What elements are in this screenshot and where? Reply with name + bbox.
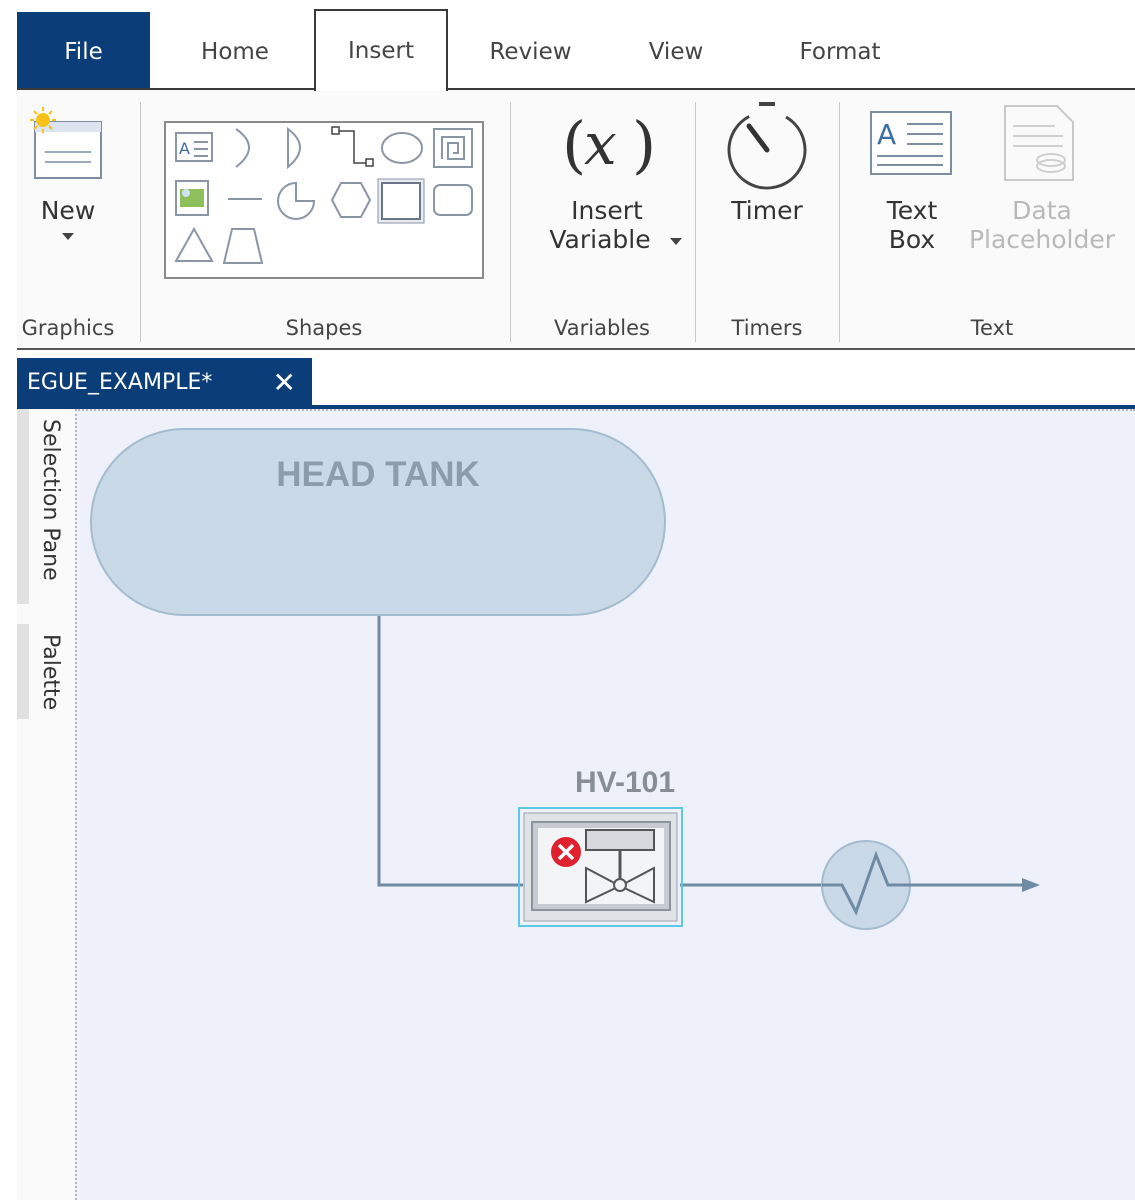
text-box-label-line1: Text	[886, 196, 938, 225]
triangle-shape-icon[interactable]	[174, 226, 214, 262]
spiral-shape-icon[interactable]	[433, 128, 473, 168]
hexagon-shape-icon[interactable]	[330, 182, 372, 218]
tab-file[interactable]: File	[17, 12, 150, 88]
ribbon-tab-bar: File Home Insert Review View Format	[0, 0, 1135, 91]
tab-review[interactable]: Review	[468, 12, 593, 88]
data-placeholder-button[interactable]: Data Placeholder	[967, 90, 1117, 280]
group-label-graphics: Graphics	[21, 316, 115, 340]
tab-format[interactable]: Format	[770, 12, 910, 88]
text-box-label-line2: Box	[888, 225, 936, 254]
ribbon-insert-panel: New Graphics A Shapes (x) Insert Varia…	[17, 90, 1135, 348]
selection-pane-tab-marker	[17, 409, 29, 604]
svg-text:(: (	[562, 108, 586, 181]
svg-text:A: A	[179, 139, 190, 158]
chevron-down-icon	[670, 238, 682, 245]
data-placeholder-label-line1: Data	[1012, 196, 1072, 225]
document-tab[interactable]: EGUE_EXAMPLE* ✕	[17, 358, 312, 406]
group-label-shapes: Shapes	[285, 316, 363, 340]
chevron-down-icon	[62, 233, 74, 240]
text-shape-icon[interactable]: A	[175, 132, 213, 162]
text-box-button[interactable]: A Text Box	[857, 90, 967, 280]
tab-insert[interactable]: Insert	[314, 9, 448, 91]
text-box-icon: A	[870, 111, 952, 175]
timer-icon	[727, 102, 807, 190]
data-placeholder-icon	[1004, 105, 1074, 181]
data-placeholder-label-line2: Placeholder	[968, 225, 1116, 254]
insert-variable-button[interactable]: ( x ) Insert Variable	[532, 90, 702, 280]
shapes-gallery: A	[164, 121, 484, 279]
side-panel-strip: Selection Pane Palette	[17, 409, 75, 1200]
image-shape-icon[interactable]	[175, 180, 209, 216]
group-separator	[695, 102, 696, 342]
rounded-rectangle-shape-icon[interactable]	[433, 184, 473, 216]
arc-shape-icon[interactable]	[235, 128, 250, 168]
group-separator	[839, 102, 840, 342]
document-tab-title: EGUE_EXAMPLE*	[27, 370, 213, 395]
tab-view[interactable]: View	[620, 12, 732, 88]
group-label-variables: Variables	[554, 316, 650, 340]
trapezoid-shape-icon[interactable]	[222, 228, 264, 264]
palette-tab[interactable]: Palette	[38, 634, 63, 710]
head-tank-label: HEAD TANK	[276, 455, 480, 494]
tab-home[interactable]: Home	[170, 12, 300, 88]
new-graphic-button[interactable]: New	[17, 90, 135, 270]
svg-text:): )	[632, 108, 656, 181]
shapes-gallery-icons: A	[174, 126, 473, 264]
connector-shape-icon[interactable]	[331, 126, 374, 167]
group-label-timers: Timers	[731, 316, 803, 340]
svg-text:A: A	[877, 118, 896, 151]
palette-tab-marker	[17, 624, 29, 719]
valve-tag-label: HV-101	[574, 766, 676, 799]
group-separator	[510, 102, 511, 342]
insert-variable-label-line2: Variable	[549, 225, 651, 254]
timer-button[interactable]: Timer	[707, 90, 827, 280]
new-graphic-icon	[30, 107, 102, 179]
ellipse-shape-icon[interactable]	[381, 132, 423, 164]
group-label-text: Text	[970, 316, 1014, 340]
close-icon[interactable]: ✕	[273, 358, 296, 408]
group-separator	[140, 102, 141, 342]
svg-text:x: x	[584, 110, 617, 178]
insert-variable-label-line1: Insert	[571, 196, 643, 225]
variable-icon: ( x )	[562, 108, 656, 181]
timer-label: Timer	[731, 196, 803, 225]
new-graphic-label: New	[40, 196, 96, 225]
rectangle-shape-icon[interactable]	[377, 178, 425, 224]
chord-shape-icon[interactable]	[287, 126, 301, 170]
pie-shape-icon[interactable]	[277, 181, 316, 220]
selection-pane-tab[interactable]: Selection Pane	[38, 419, 63, 581]
